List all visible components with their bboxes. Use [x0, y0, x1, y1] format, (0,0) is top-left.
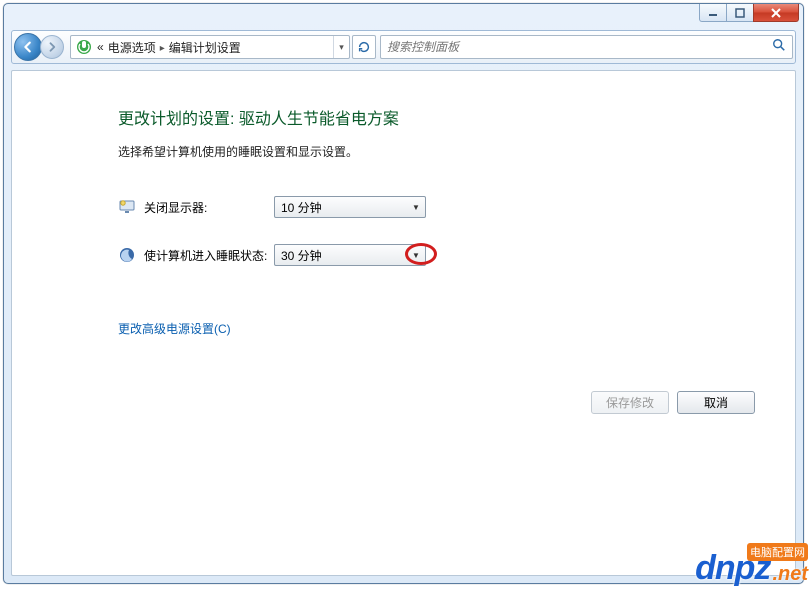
row-display-off: 关闭显示器: 10 分钟 ▼: [118, 196, 775, 218]
forward-button[interactable]: [40, 35, 64, 59]
refresh-icon: [357, 40, 371, 54]
advanced-power-settings-link[interactable]: 更改高级电源设置(C): [118, 320, 231, 337]
watermark: 电脑配置网 dnpz .net: [695, 549, 808, 588]
chevron-down-icon: ▼: [407, 197, 425, 217]
display-off-value: 10 分钟: [281, 199, 322, 216]
content-pane: 更改计划的设置: 驱动人生节能省电方案 选择希望计算机使用的睡眠设置和显示设置。…: [11, 70, 796, 576]
control-panel-window: « 电源选项 编辑计划设置 ▾ 更改计划的设置: 驱动人生节能省电方案 选择希望…: [3, 3, 804, 584]
maximize-icon: [735, 8, 745, 18]
power-options-icon: [75, 38, 93, 56]
monitor-icon: [118, 198, 136, 216]
sleep-label: 使计算机进入睡眠状态:: [144, 247, 274, 264]
sleep-value: 30 分钟: [281, 247, 322, 264]
row-sleep: 使计算机进入睡眠状态: 30 分钟 ▼: [118, 244, 775, 266]
display-off-label: 关闭显示器:: [144, 199, 274, 216]
breadcrumb-prefix: «: [97, 40, 104, 54]
minimize-icon: [708, 8, 718, 18]
navigation-toolbar: « 电源选项 编辑计划设置 ▾: [11, 30, 796, 64]
maximize-button[interactable]: [726, 4, 754, 22]
chevron-down-icon: ▼: [407, 245, 425, 265]
arrow-left-icon: [21, 40, 35, 54]
search-input[interactable]: [387, 40, 772, 54]
sleep-combo[interactable]: 30 分钟 ▼: [274, 244, 426, 266]
button-row: 保存修改 取消: [591, 391, 755, 414]
arrow-right-icon: [46, 41, 58, 53]
watermark-tag: 电脑配置网: [747, 543, 808, 561]
address-breadcrumb[interactable]: « 电源选项 编辑计划设置 ▾: [70, 35, 350, 59]
breadcrumb-dropdown-icon[interactable]: ▾: [333, 36, 349, 58]
page-title: 更改计划的设置: 驱动人生节能省电方案: [118, 105, 775, 129]
breadcrumb-current: 编辑计划设置: [169, 39, 241, 56]
window-titlebar: [4, 4, 803, 30]
refresh-button[interactable]: [352, 35, 376, 59]
plan-name: 驱动人生节能省电方案: [239, 111, 399, 128]
display-off-combo[interactable]: 10 分钟 ▼: [274, 196, 426, 218]
nav-buttons: [14, 33, 64, 61]
close-button[interactable]: [753, 4, 799, 22]
cancel-button[interactable]: 取消: [677, 391, 755, 414]
breadcrumb-parent[interactable]: 电源选项: [108, 39, 156, 56]
save-button: 保存修改: [591, 391, 669, 414]
moon-icon: [118, 246, 136, 264]
watermark-net: .net: [772, 563, 808, 586]
page-title-prefix: 更改计划的设置:: [118, 111, 239, 128]
search-icon[interactable]: [772, 38, 786, 57]
close-icon: [771, 8, 781, 18]
breadcrumb-separator-icon: [156, 40, 169, 54]
page-subtitle: 选择希望计算机使用的睡眠设置和显示设置。: [118, 143, 775, 160]
back-button[interactable]: [14, 33, 42, 61]
minimize-button[interactable]: [699, 4, 727, 22]
search-box[interactable]: [380, 35, 793, 59]
